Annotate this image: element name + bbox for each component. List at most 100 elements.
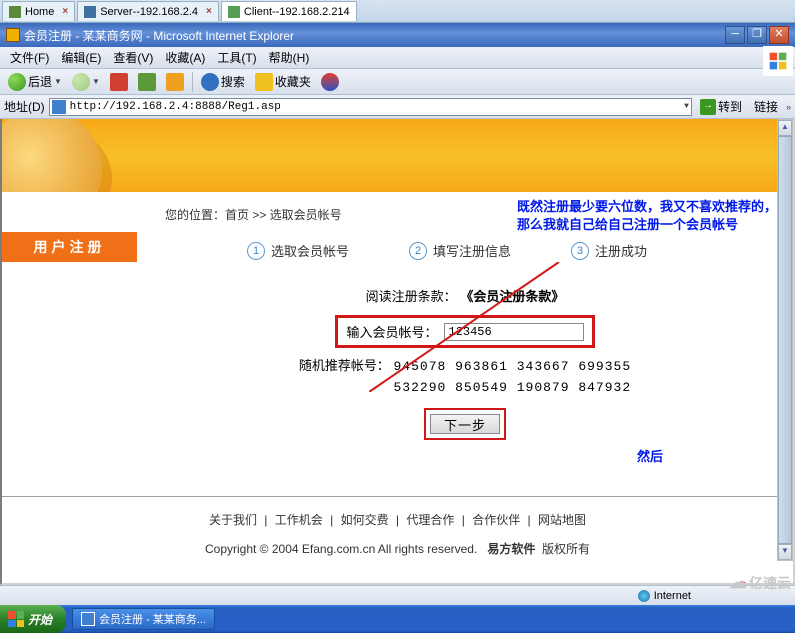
window-title: 会员注册 - 某某商务网 - Microsoft Internet Explor… bbox=[24, 27, 725, 44]
chevron-down-icon: ▼ bbox=[54, 77, 62, 86]
step-label: 选取会员帐号 bbox=[271, 241, 349, 260]
steps: 1选取会员帐号 2填写注册信息 3注册成功 bbox=[157, 235, 773, 280]
terms-prefix: 阅读注册条款： bbox=[366, 289, 457, 304]
chevron-down-icon[interactable]: ▼ bbox=[684, 102, 689, 111]
media-button[interactable] bbox=[317, 71, 343, 93]
footer-link-sitemap[interactable]: 网站地图 bbox=[534, 513, 590, 527]
favorites-button[interactable]: 收藏夹 bbox=[251, 71, 315, 93]
client-icon bbox=[228, 6, 240, 18]
account-highlight-box: 输入会员帐号： bbox=[335, 315, 594, 348]
footer-link-about[interactable]: 关于我们 bbox=[205, 513, 261, 527]
suggest-label: 随机推荐帐号： bbox=[299, 358, 390, 373]
close-icon[interactable]: × bbox=[62, 6, 68, 17]
tab-label: Client--192.168.2.214 bbox=[244, 6, 350, 18]
zone-label: Internet bbox=[654, 590, 691, 602]
scroll-thumb[interactable] bbox=[778, 136, 792, 544]
page-icon bbox=[6, 28, 20, 42]
next-highlight-box: 下一步 bbox=[424, 408, 506, 440]
url-text: http://192.168.2.4:8888/Reg1.asp bbox=[70, 101, 281, 113]
search-label: 搜索 bbox=[221, 73, 245, 90]
task-label: 会员注册 - 某某商务... bbox=[99, 611, 206, 627]
separator bbox=[192, 72, 193, 92]
copyright-prefix: Copyright © 2004 Efang.com.cn All rights… bbox=[205, 542, 477, 556]
main: 您的位置：首页 >> 选取会员帐号 既然注册最少要六位数，我又不喜欢推荐的， 那… bbox=[137, 192, 793, 456]
menu-favorites[interactable]: 收藏(A) bbox=[159, 47, 211, 68]
step-number: 3 bbox=[571, 242, 589, 260]
sidebar: 用户注册 bbox=[2, 192, 137, 456]
sidebar-title: 用户注册 bbox=[2, 232, 137, 262]
menu-help[interactable]: 帮助(H) bbox=[263, 47, 316, 68]
account-label: 输入会员帐号： bbox=[346, 322, 437, 341]
page-content: 用户注册 您的位置：首页 >> 选取会员帐号 既然注册最少要六位数，我又不喜欢推… bbox=[0, 119, 795, 585]
refresh-button[interactable] bbox=[134, 71, 160, 93]
footer-link-partner[interactable]: 合作伙伴 bbox=[468, 513, 524, 527]
media-icon bbox=[321, 73, 339, 91]
home-icon bbox=[9, 6, 21, 18]
back-label: 后退 bbox=[28, 73, 52, 90]
menu-tools[interactable]: 工具(T) bbox=[211, 47, 262, 68]
search-button[interactable]: 搜索 bbox=[197, 71, 249, 93]
suggest-numbers-1[interactable]: 945078 963861 343667 699355 bbox=[394, 357, 632, 377]
footer-link-jobs[interactable]: 工作机会 bbox=[271, 513, 327, 527]
close-icon[interactable]: × bbox=[206, 6, 212, 17]
watermark: ☁ 亿速云 bbox=[729, 572, 791, 593]
chevron-down-icon: ▼ bbox=[92, 77, 100, 86]
next-button[interactable]: 下一步 bbox=[430, 414, 500, 434]
footer-link-agent[interactable]: 代理合作 bbox=[402, 513, 458, 527]
addressbar: 地址(D) http://192.168.2.4:8888/Reg1.asp ▼… bbox=[0, 95, 795, 119]
chevron-right-icon[interactable]: » bbox=[786, 102, 791, 112]
ie-logo bbox=[763, 46, 793, 76]
account-input[interactable] bbox=[444, 323, 584, 341]
step-number: 1 bbox=[247, 242, 265, 260]
stop-button[interactable] bbox=[106, 71, 132, 93]
home-button[interactable] bbox=[162, 71, 188, 93]
address-input[interactable]: http://192.168.2.4:8888/Reg1.asp ▼ bbox=[49, 98, 692, 116]
annotation-text: 既然注册最少要六位数，我又不喜欢推荐的， 那么我就自己给自己注册一个会员帐号 bbox=[517, 198, 777, 234]
copyright-brand: 易方软件 bbox=[487, 542, 535, 556]
minimize-button[interactable]: ─ bbox=[725, 26, 745, 44]
menu-file[interactable]: 文件(F) bbox=[4, 47, 55, 68]
tab-home[interactable]: Home × bbox=[2, 1, 75, 21]
suggest-numbers-2[interactable]: 532290 850549 190879 847932 bbox=[394, 378, 632, 398]
scroll-up-button[interactable]: ▲ bbox=[778, 120, 792, 136]
go-button[interactable]: →转到 bbox=[696, 98, 746, 115]
step-label: 填写注册信息 bbox=[433, 241, 511, 260]
tab-label: Server--192.168.2.4 bbox=[100, 6, 198, 18]
annotation-after: 然后 bbox=[637, 448, 663, 466]
home-icon bbox=[166, 73, 184, 91]
maximize-button[interactable]: ❐ bbox=[747, 26, 767, 44]
close-button[interactable]: ✕ bbox=[769, 26, 789, 44]
back-button[interactable]: 后退▼ bbox=[4, 71, 66, 93]
step-1: 1 选取会员帐号 bbox=[247, 241, 349, 260]
watermark-text: 亿速云 bbox=[749, 573, 791, 593]
back-icon bbox=[8, 73, 26, 91]
tab-client[interactable]: Client--192.168.2.214 bbox=[221, 1, 357, 21]
internet-icon bbox=[638, 590, 650, 602]
copyright-suffix: 版权所有 bbox=[542, 542, 590, 556]
windows-icon bbox=[8, 611, 24, 627]
menu-view[interactable]: 查看(V) bbox=[107, 47, 159, 68]
start-button[interactable]: 开始 bbox=[0, 605, 66, 633]
go-icon: → bbox=[700, 99, 716, 115]
links-label[interactable]: 链接 bbox=[750, 98, 782, 115]
search-icon bbox=[201, 73, 219, 91]
scroll-down-button[interactable]: ▼ bbox=[778, 544, 792, 560]
tab-server[interactable]: Server--192.168.2.4 × bbox=[77, 1, 219, 21]
tab-label: Home bbox=[25, 6, 54, 18]
terms-link[interactable]: 《会员注册条款》 bbox=[460, 289, 564, 304]
footer-links: 关于我们 | 工作机会 | 如何交费 | 代理合作 | 合作伙伴 | 网站地图 bbox=[2, 507, 793, 536]
vertical-scrollbar[interactable]: ▲ ▼ bbox=[777, 119, 793, 561]
taskbar: 开始 会员注册 - 某某商务... bbox=[0, 605, 795, 633]
footer: 关于我们 | 工作机会 | 如何交费 | 代理合作 | 合作伙伴 | 网站地图 … bbox=[2, 496, 793, 571]
company-info: 公司地址：某某省某某市某某路某某大厦 邮编：123456 电话：010-6666… bbox=[2, 571, 793, 585]
taskbar-item[interactable]: 会员注册 - 某某商务... bbox=[72, 608, 215, 630]
step-label: 注册成功 bbox=[595, 241, 647, 260]
forward-button[interactable]: ▼ bbox=[68, 71, 104, 93]
step-3: 3 注册成功 bbox=[571, 241, 647, 260]
suggest-row: 随机推荐帐号： 945078 963861 343667 699355 随机推荐… bbox=[157, 352, 773, 402]
menu-edit[interactable]: 编辑(E) bbox=[55, 47, 107, 68]
footer-link-pay[interactable]: 如何交费 bbox=[337, 513, 393, 527]
stop-icon bbox=[110, 73, 128, 91]
page-icon bbox=[52, 100, 66, 114]
terms-row: 阅读注册条款： 《会员注册条款》 bbox=[157, 280, 773, 311]
